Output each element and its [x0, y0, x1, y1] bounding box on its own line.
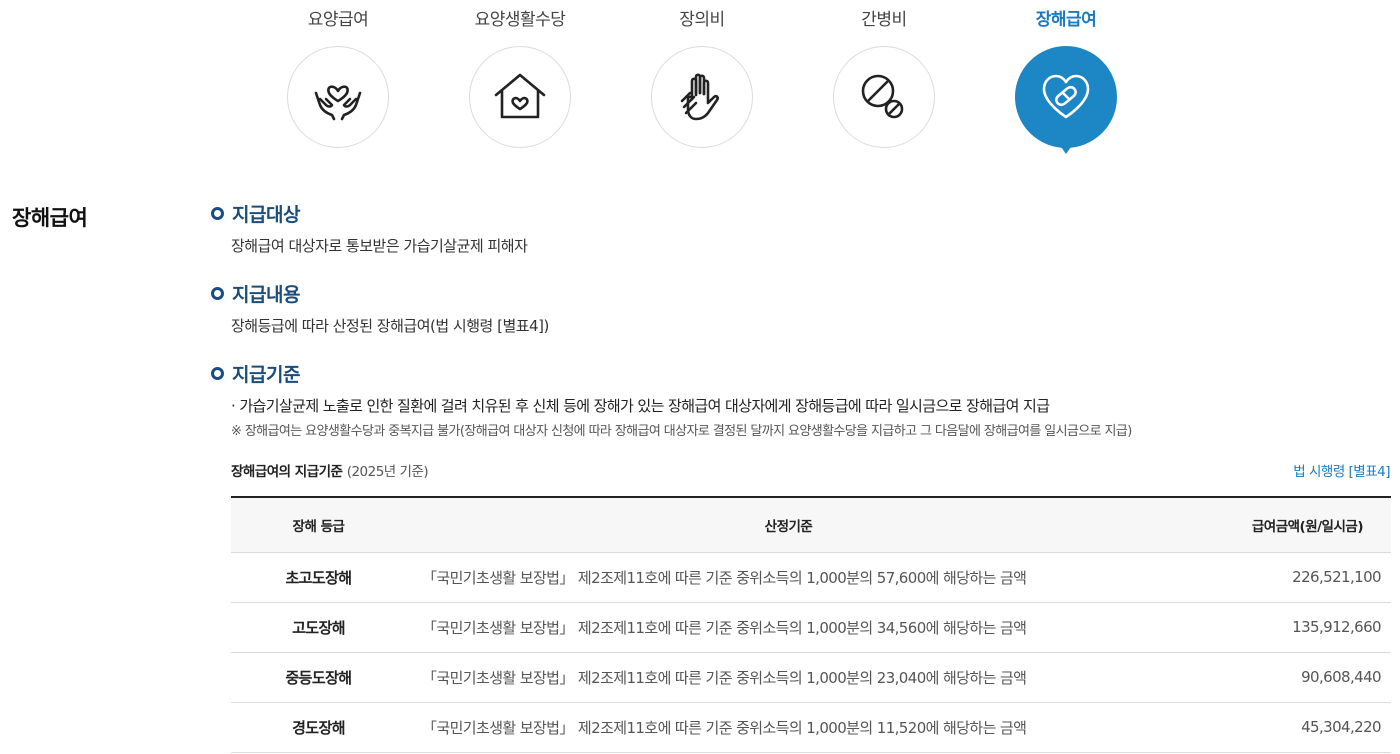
cell-basis: 「국민기초생활 보장법」 제2조제11호에 따른 기준 중위소득의 1,000분…	[406, 602, 1171, 653]
table-caption-year: (2025년 기준)	[346, 464, 429, 480]
tab-nursing-cost[interactable]: 간병비	[804, 0, 964, 160]
heading-text: 지급대상	[232, 204, 300, 226]
tab-disability-benefit[interactable]: 장해급여	[986, 0, 1146, 160]
cell-grade: 중등도장해	[231, 652, 406, 703]
cell-amount: 45,304,220	[1171, 702, 1391, 753]
house-heart-icon	[494, 73, 546, 119]
header-basis: 산정기준	[406, 497, 1171, 553]
header-grade: 장해 등급	[231, 497, 406, 553]
target-body: 장해급여 대상자로 통보받은 가습기살균제 피해자	[231, 237, 528, 255]
section-heading-content: 지급내용	[211, 280, 300, 307]
cell-amount: 226,521,100	[1171, 552, 1391, 603]
header-amount: 급여금액(원/일시금)	[1171, 497, 1391, 553]
cell-grade: 고도장해	[231, 602, 406, 653]
benefit-table: 장해 등급 산정기준 급여금액(원/일시금) 초고도장해 「국민기초생활 보장법…	[231, 496, 1391, 753]
content-body: 장해등급에 따라 산정된 장해급여(법 시행령 [별표4])	[231, 317, 549, 335]
pills-icon	[861, 74, 904, 119]
page-title: 장해급여	[12, 206, 88, 230]
tab-icon-circle	[1015, 46, 1117, 148]
table-header-row: 장해 등급 산정기준 급여금액(원/일시금)	[231, 497, 1391, 553]
active-tab-pointer	[1059, 144, 1073, 154]
ring-bullet-icon	[211, 367, 224, 380]
heading-text: 지급기준	[232, 364, 300, 386]
heading-text: 지급내용	[232, 284, 300, 306]
section-heading-target: 지급대상	[211, 200, 300, 227]
table-row: 고도장해 「국민기초생활 보장법」 제2조제11호에 따른 기준 중위소득의 1…	[231, 602, 1391, 653]
criteria-line: · 가습기살균제 노출로 인한 질환에 걸려 치유된 후 신체 등에 장해가 있…	[231, 397, 1050, 415]
table-row: 초고도장해 「국민기초생활 보장법」 제2조제11호에 따른 기준 중위소득의 …	[231, 552, 1391, 603]
table-caption: 장해급여의 지급기준 (2025년 기준)	[231, 460, 429, 480]
cell-basis: 「국민기초생활 보장법」 제2조제11호에 따른 기준 중위소득의 1,000분…	[406, 652, 1171, 703]
table-caption-title: 장해급여의 지급기준	[231, 464, 343, 480]
tab-living-allowance[interactable]: 요양생활수당	[440, 0, 600, 160]
cell-basis: 「국민기초생활 보장법」 제2조제11호에 따른 기준 중위소득의 1,000분…	[406, 702, 1171, 753]
hand-icon	[680, 73, 719, 121]
section-heading-criteria: 지급기준	[211, 360, 300, 387]
tab-label: 간병비	[861, 10, 907, 30]
tab-label: 장해급여	[1035, 10, 1097, 30]
heart-bandage-icon	[1042, 74, 1090, 119]
tab-label: 요양생활수당	[474, 10, 566, 30]
cell-grade: 경도장해	[231, 702, 406, 753]
tab-icon-circle	[833, 46, 935, 148]
table-row: 경도장해 「국민기초생활 보장법」 제2조제11호에 따른 기준 중위소득의 1…	[231, 702, 1391, 753]
law-reference-link[interactable]: 법 시행령 [별표4]	[1293, 460, 1390, 480]
cell-amount: 90,608,440	[1171, 652, 1391, 703]
cell-grade: 초고도장해	[231, 552, 406, 603]
tab-label: 장의비	[679, 10, 725, 30]
benefit-tabs: 요양급여 요양생활수당 장의비 간병비 장해급여	[0, 0, 1400, 160]
tab-medical-benefit[interactable]: 요양급여	[258, 0, 418, 160]
ring-bullet-icon	[211, 287, 224, 300]
tab-icon-circle	[469, 46, 571, 148]
criteria-note: ※ 장해급여는 요양생활수당과 중복지급 불가(장해급여 대상자 신청에 따라 …	[231, 424, 1132, 439]
cell-amount: 135,912,660	[1171, 602, 1391, 653]
hands-heart-icon	[314, 85, 362, 121]
ring-bullet-icon	[211, 207, 224, 220]
tab-icon-circle	[287, 46, 389, 148]
table-row: 중등도장해 「국민기초생활 보장법」 제2조제11호에 따른 기준 중위소득의 …	[231, 652, 1391, 703]
tab-label: 요양급여	[307, 10, 369, 30]
tab-icon-circle	[651, 46, 753, 148]
cell-basis: 「국민기초생활 보장법」 제2조제11호에 따른 기준 중위소득의 1,000분…	[406, 552, 1171, 603]
tab-funeral-cost[interactable]: 장의비	[622, 0, 782, 160]
